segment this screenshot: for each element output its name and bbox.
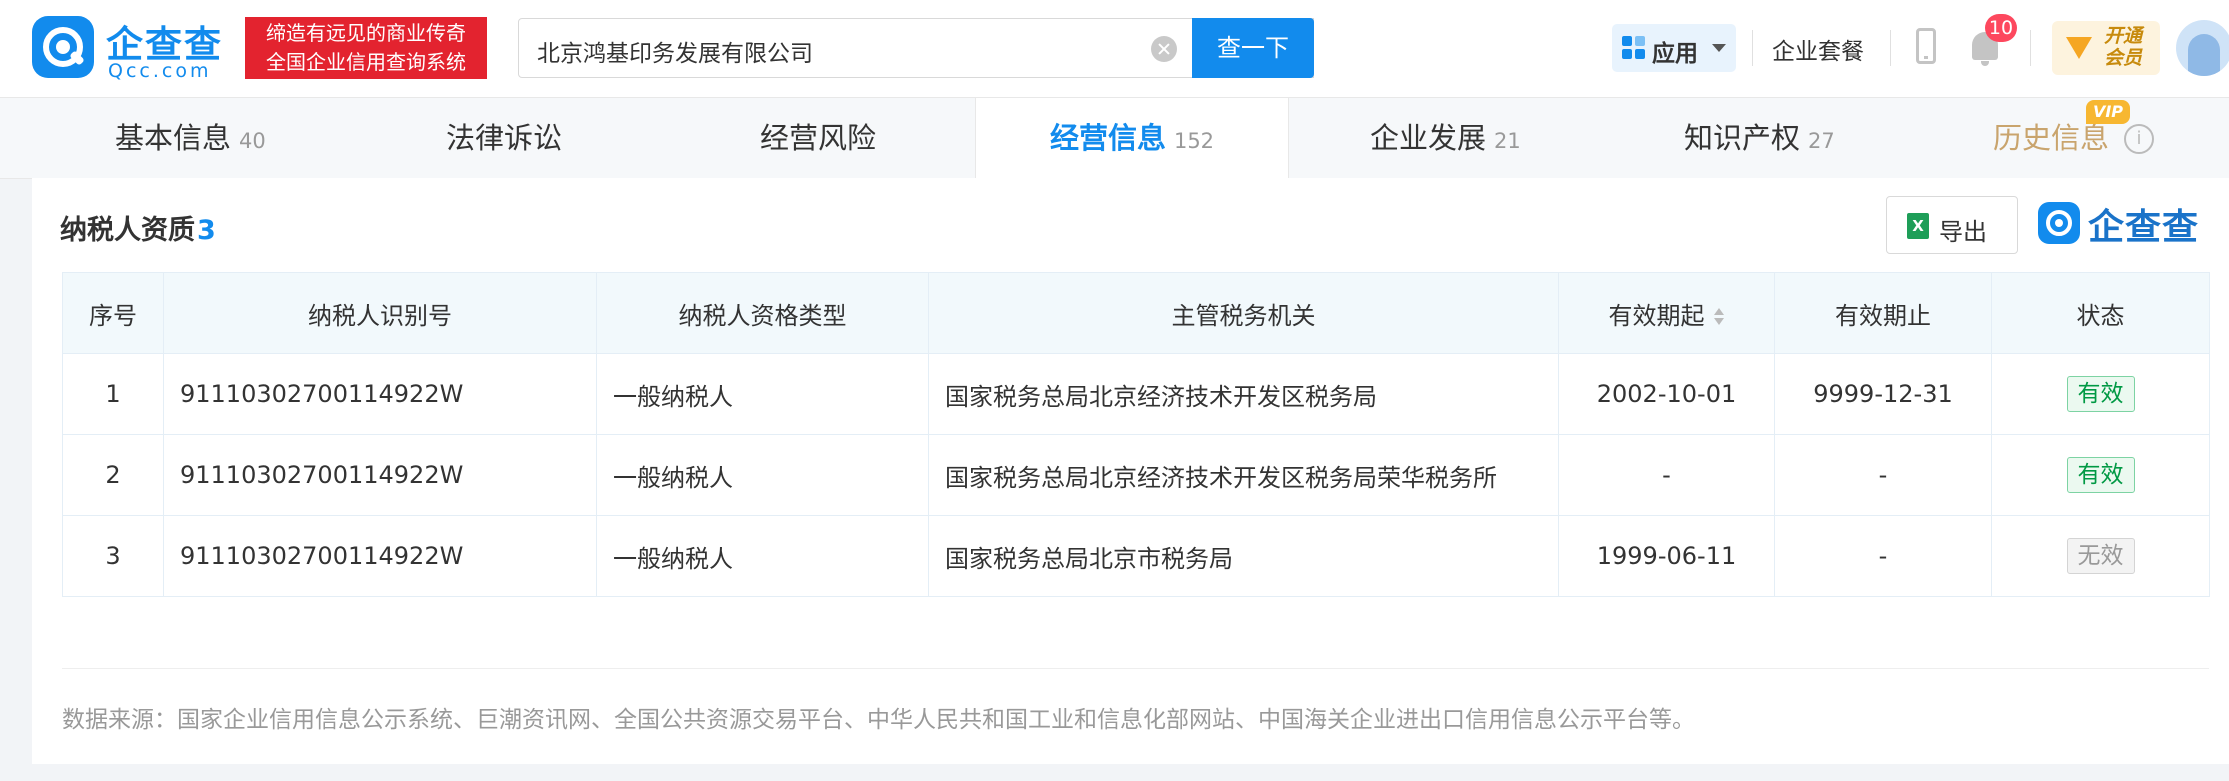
tab-bar: 基本信息 40 法律诉讼 经营风险 经营信息 152 企业发展 21 知识产权 27 历…: [0, 98, 2229, 179]
sort-icon[interactable]: [1713, 307, 1725, 327]
status-badge: 有效: [2066, 376, 2135, 412]
vip-label-line1: 开通: [2104, 25, 2143, 47]
apps-grid-icon: [1622, 36, 1646, 60]
cell-authority[interactable]: 国家税务总局北京市税务局: [928, 515, 1559, 597]
qcc-logo-icon: [2038, 202, 2080, 244]
enterprise-package-link[interactable]: 企业套餐: [1772, 32, 1864, 66]
cell-status: 无效: [1991, 515, 2210, 597]
cell-no: 3: [62, 515, 164, 597]
phone-icon[interactable]: [1916, 28, 1936, 64]
tab-basic-info[interactable]: 基本信息 40: [115, 98, 266, 178]
open-vip-button[interactable]: 开通 会员: [2052, 21, 2160, 75]
tab-intellectual-property[interactable]: 知识产权 27: [1684, 98, 1835, 178]
section-divider: [62, 668, 2209, 669]
cell-tax-id: 91110302700114922W: [163, 434, 597, 516]
tab-business-info[interactable]: 经营信息 152: [975, 98, 1289, 179]
table-row: 1 91110302700114922W 一般纳税人 国家税务总局北京经济技术开…: [62, 353, 2210, 435]
export-button[interactable]: X 导出: [1886, 196, 2018, 254]
status-badge: 有效: [2066, 457, 2135, 493]
clear-icon[interactable]: [1151, 36, 1177, 62]
qcc-logo[interactable]: 企查查 Qcc.com: [32, 16, 242, 82]
vip-crown-icon: [2066, 35, 2092, 61]
table-row: 2 91110302700114922W 一般纳税人 国家税务总局北京经济技术开…: [62, 434, 2210, 516]
cell-type: 一般纳税人: [596, 353, 929, 435]
vip-tag: VIP: [2086, 100, 2130, 124]
chevron-down-icon: [1712, 44, 1726, 52]
info-icon[interactable]: i: [2124, 124, 2154, 154]
data-source-note: 数据来源：国家企业信用信息公示系统、巨潮资讯网、全国公共资源交易平台、中华人民共…: [62, 707, 1695, 733]
col-header-end-date: 有效期止: [1774, 272, 1992, 354]
tab-legal-litigation[interactable]: 法律诉讼: [446, 98, 562, 178]
apps-label: 应用: [1652, 41, 1698, 67]
search-button[interactable]: 查一下: [1192, 18, 1314, 78]
cell-no: 2: [62, 434, 164, 516]
excel-icon: X: [1907, 213, 1929, 239]
cell-type: 一般纳税人: [596, 515, 929, 597]
notification-badge: 10: [1985, 14, 2017, 42]
cell-end-date: 9999-12-31: [1774, 353, 1992, 435]
header-divider: [1890, 30, 1891, 66]
col-header-tax-id: 纳税人识别号: [163, 272, 597, 354]
cell-no: 1: [62, 353, 164, 435]
table-header-row: 序号 纳税人识别号 纳税人资格类型 主管税务机关 有效期起 有效期止 状态: [62, 272, 2210, 354]
avatar[interactable]: [2176, 20, 2229, 76]
cell-start-date: 2002-10-01: [1558, 353, 1775, 435]
cell-authority[interactable]: 国家税务总局北京经济技术开发区税务局荣华税务所: [928, 434, 1559, 516]
cell-type: 一般纳税人: [596, 434, 929, 516]
table-row: 3 91110302700114922W 一般纳税人 国家税务总局北京市税务局 …: [62, 515, 2210, 597]
col-header-no: 序号: [62, 272, 164, 354]
taxpayer-table: 序号 纳税人识别号 纳税人资格类型 主管税务机关 有效期起 有效期止 状态 1 …: [62, 272, 2210, 597]
cell-tax-id: 91110302700114922W: [163, 353, 597, 435]
vip-label: 开通 会员: [2104, 25, 2154, 69]
cell-status: 有效: [1991, 434, 2210, 516]
cell-tax-id: 91110302700114922W: [163, 515, 597, 597]
slogan-line2: 全国企业信用查询系统: [266, 50, 466, 74]
qcc-logo-icon: [32, 16, 94, 78]
apps-button[interactable]: 应用: [1612, 24, 1736, 72]
col-header-start-date[interactable]: 有效期起: [1558, 272, 1775, 354]
search-value: 北京鸿基印务发展有限公司: [537, 41, 813, 67]
cell-authority[interactable]: 国家税务总局北京经济技术开发区税务局: [928, 353, 1559, 435]
export-label: 导出: [1939, 218, 1987, 246]
section-count: 3: [197, 215, 216, 246]
col-header-type: 纳税人资格类型: [596, 272, 929, 354]
logo-name-en: Qcc.com: [108, 60, 212, 82]
status-badge: 无效: [2066, 538, 2135, 574]
cell-status: 有效: [1991, 353, 2210, 435]
watermark-logo-text: 企查查: [2088, 207, 2200, 248]
slogan-banner: 缔造有远见的商业传奇 全国企业信用查询系统: [245, 17, 487, 79]
cell-end-date: -: [1774, 515, 1992, 597]
taxpayer-qualification-panel: 纳税人资质3 X 导出 企查查 序号 纳税人识别号 纳税人资格类型 主管税务机关…: [32, 178, 2229, 764]
vip-label-line2: 会员: [2104, 47, 2143, 69]
col-header-status: 状态: [1991, 272, 2210, 354]
cell-start-date: -: [1558, 434, 1775, 516]
cell-start-date: 1999-06-11: [1558, 515, 1775, 597]
tab-enterprise-development[interactable]: 企业发展 21: [1370, 98, 1521, 178]
top-header: 企查查 Qcc.com 缔造有远见的商业传奇 全国企业信用查询系统 北京鸿基印务…: [0, 0, 2229, 98]
tab-business-risk[interactable]: 经营风险: [760, 98, 876, 178]
qcc-watermark-logo: 企查查: [2038, 198, 2210, 248]
cell-end-date: -: [1774, 434, 1992, 516]
header-divider: [2030, 30, 2031, 66]
slogan-line1: 缔造有远见的商业传奇: [266, 21, 466, 45]
col-header-authority: 主管税务机关: [928, 272, 1559, 354]
section-title: 纳税人资质3: [60, 215, 216, 246]
header-divider: [1752, 30, 1753, 66]
